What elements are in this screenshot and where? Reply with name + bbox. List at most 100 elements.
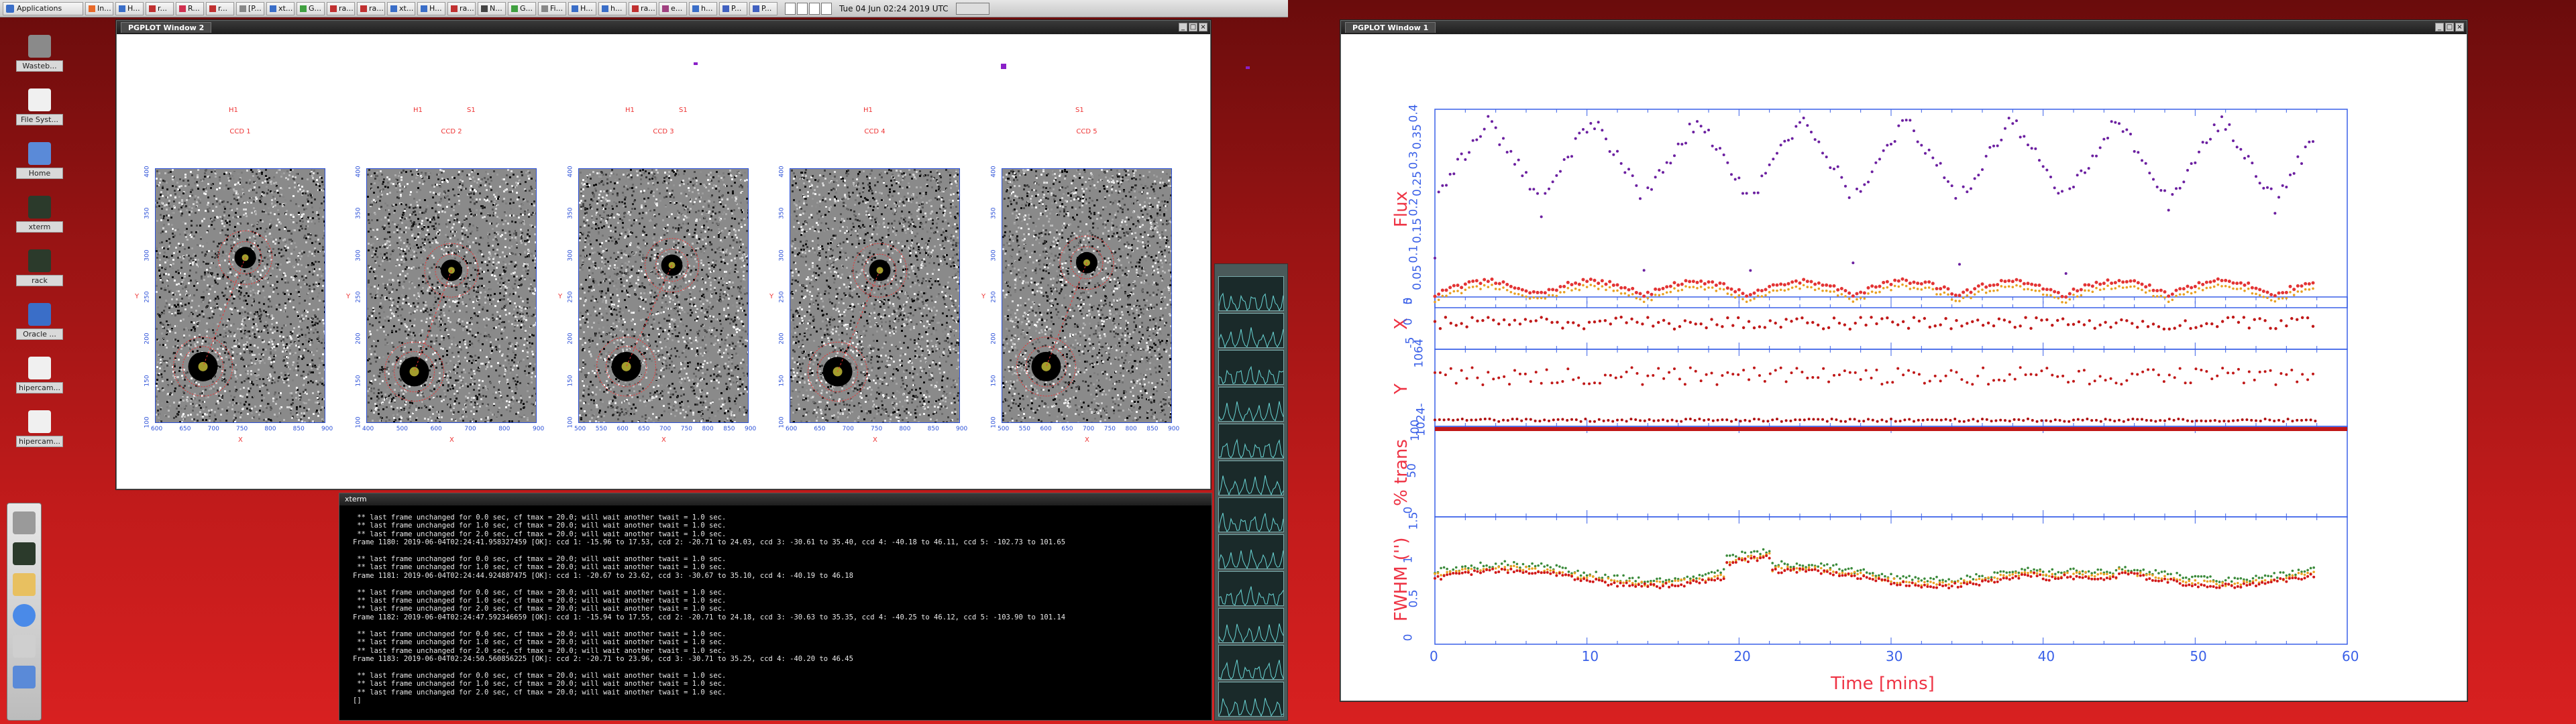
drive-icon[interactable] bbox=[13, 511, 36, 534]
desktop-icon[interactable]: hipercam... bbox=[16, 410, 63, 447]
flux-target-point bbox=[1574, 137, 1577, 140]
flux-target-point bbox=[1984, 155, 1988, 158]
desktop-icon[interactable]: rack bbox=[16, 249, 63, 286]
fwhm-point-red bbox=[1825, 570, 1829, 573]
taskbar-task[interactable]: [P... bbox=[236, 1, 264, 15]
taskbar-task[interactable]: e... bbox=[659, 1, 687, 15]
y-position-point-2 bbox=[1698, 417, 1701, 420]
terminal-icon[interactable] bbox=[13, 542, 36, 565]
desktop-icon[interactable]: Oracle ... bbox=[16, 303, 63, 340]
fwhm-point-red bbox=[1719, 579, 1723, 582]
taskbar-task[interactable]: xt... bbox=[387, 1, 415, 15]
maximize-button-1[interactable]: □ bbox=[2445, 23, 2454, 32]
fwhm-point-red bbox=[1716, 577, 1719, 581]
taskbar-task[interactable]: H... bbox=[115, 1, 144, 15]
taskbar-task[interactable]: r... bbox=[206, 1, 234, 15]
fwhm-point-red bbox=[1546, 570, 1549, 574]
taskbar-task[interactable]: In... bbox=[85, 1, 113, 15]
y-position-point bbox=[2147, 368, 2150, 371]
taskbar-task[interactable]: R... bbox=[176, 1, 204, 15]
pgplot-window-1[interactable]: PGPLOT Window 1 _ □ × Flux 0 0.05 0.1 0.15 0.2 0… bbox=[1340, 20, 2467, 701]
y-position-point-2 bbox=[2218, 420, 2221, 423]
close-button[interactable]: × bbox=[1199, 23, 1208, 32]
applications-menu-button[interactable]: Applications bbox=[3, 1, 83, 15]
fwhm-point-red bbox=[1786, 568, 1789, 571]
flux-target-point bbox=[2045, 168, 2049, 172]
y-position-point bbox=[2285, 373, 2288, 376]
pgplot-window-2[interactable]: PGPLOT Window 2 _ □ × CCD 1 H1 600 650 700 750 8… bbox=[116, 20, 1250, 489]
desktop-icon[interactable]: Home bbox=[16, 142, 63, 179]
flux-comparison-point bbox=[2056, 291, 2060, 295]
taskbar-task[interactable]: r... bbox=[146, 1, 174, 15]
flux-comparison-point bbox=[1520, 288, 1524, 292]
taskbar-task[interactable]: h... bbox=[689, 1, 717, 15]
search-icon[interactable] bbox=[13, 635, 36, 658]
notes-icon[interactable] bbox=[13, 573, 36, 596]
browser-icon[interactable] bbox=[13, 604, 36, 627]
fwhm-point-red bbox=[2194, 583, 2197, 587]
y-position-point bbox=[2200, 369, 2203, 372]
fwhm-point-green bbox=[1722, 568, 1725, 570]
xterm-titlebar[interactable]: xterm bbox=[339, 493, 1212, 505]
flux-comparison-point bbox=[1843, 289, 1847, 293]
fwhm-point-red bbox=[2145, 578, 2148, 581]
taskbar-task[interactable]: ra... bbox=[327, 1, 355, 15]
taskbar-task[interactable]: ra... bbox=[629, 1, 657, 15]
fwhm-point-green bbox=[1981, 575, 1984, 578]
desktop-icon[interactable]: hipercam... bbox=[16, 357, 63, 394]
desktop-icon[interactable]: xterm bbox=[16, 196, 63, 233]
terminal-output[interactable]: ** last frame unchanged for 0.0 sec, cf … bbox=[339, 505, 1212, 713]
system-tray[interactable] bbox=[955, 2, 989, 15]
fwhm-point-green bbox=[2121, 568, 2124, 571]
fwhm-point-orange bbox=[1448, 570, 1452, 573]
maximize-button[interactable]: □ bbox=[1189, 23, 1197, 32]
flux-comparison-point bbox=[1904, 278, 1909, 282]
y-position-point-2 bbox=[2122, 420, 2125, 423]
minimize-button[interactable]: _ bbox=[1179, 23, 1187, 32]
taskbar-task[interactable]: N... bbox=[478, 1, 506, 15]
workspace-pager[interactable] bbox=[785, 2, 832, 15]
y-position-point-2 bbox=[1589, 420, 1592, 423]
taskbar-task[interactable]: P... bbox=[749, 1, 777, 15]
titlebar-1[interactable]: PGPLOT Window 1 _ □ × bbox=[1341, 21, 2467, 34]
flux-target-point bbox=[1719, 147, 1721, 150]
taskbar-task[interactable]: H... bbox=[568, 1, 596, 15]
fwhm-point-green bbox=[1567, 570, 1570, 573]
flux-comparison-point-2 bbox=[1487, 286, 1490, 288]
taskbar-task[interactable]: h... bbox=[598, 1, 627, 15]
x-position-point bbox=[1465, 325, 1468, 328]
flux-comparison-point-2 bbox=[2098, 288, 2102, 292]
folder-icon[interactable] bbox=[13, 666, 36, 688]
taskbar-task[interactable]: P... bbox=[719, 1, 747, 15]
taskbar-task[interactable]: H... bbox=[417, 1, 445, 15]
fwhm-point-green bbox=[1725, 554, 1728, 557]
flux-target-point bbox=[2095, 154, 2098, 158]
flux-comparison-point-2 bbox=[2159, 294, 2163, 298]
close-button-1[interactable]: × bbox=[2455, 23, 2464, 32]
taskbar-task[interactable]: G... bbox=[297, 1, 325, 15]
y-position-point-2 bbox=[1561, 418, 1564, 421]
y-position-point bbox=[1833, 373, 1835, 377]
flux-target-point bbox=[1658, 169, 1661, 172]
flux-comparison-point bbox=[2204, 280, 2208, 284]
flux-comparison-point-2 bbox=[1673, 287, 1676, 290]
xterm-window[interactable]: xterm ** last frame unchanged for 0.0 se… bbox=[339, 493, 1212, 721]
x-tick-label: 850 bbox=[1146, 426, 1159, 432]
fwhm-point-orange bbox=[1856, 572, 1859, 576]
taskbar-task[interactable]: ra... bbox=[447, 1, 476, 15]
titlebar[interactable]: PGPLOT Window 2 _ □ × bbox=[117, 21, 1210, 34]
flux-comparison-point-2 bbox=[1570, 289, 1573, 292]
taskbar-task[interactable]: G... bbox=[508, 1, 536, 15]
fwhm-point-orange bbox=[1938, 581, 1941, 584]
flux-comparison-point-2 bbox=[2251, 292, 2254, 295]
desktop-icon[interactable]: Wasteb... bbox=[16, 35, 63, 72]
desktop-icon[interactable]: File Syst... bbox=[16, 88, 63, 125]
taskbar-task[interactable]: ra... bbox=[357, 1, 385, 15]
taskbar-task[interactable]: xt... bbox=[266, 1, 294, 15]
minimize-button-1[interactable]: _ bbox=[2435, 23, 2444, 32]
fwhm-point-orange bbox=[1993, 576, 1996, 579]
flux-comparison-point-2 bbox=[1984, 291, 1988, 294]
x-position-point bbox=[2205, 322, 2208, 325]
taskbar-task[interactable]: Fi... bbox=[538, 1, 566, 15]
fwhm-point-green bbox=[1884, 575, 1886, 578]
